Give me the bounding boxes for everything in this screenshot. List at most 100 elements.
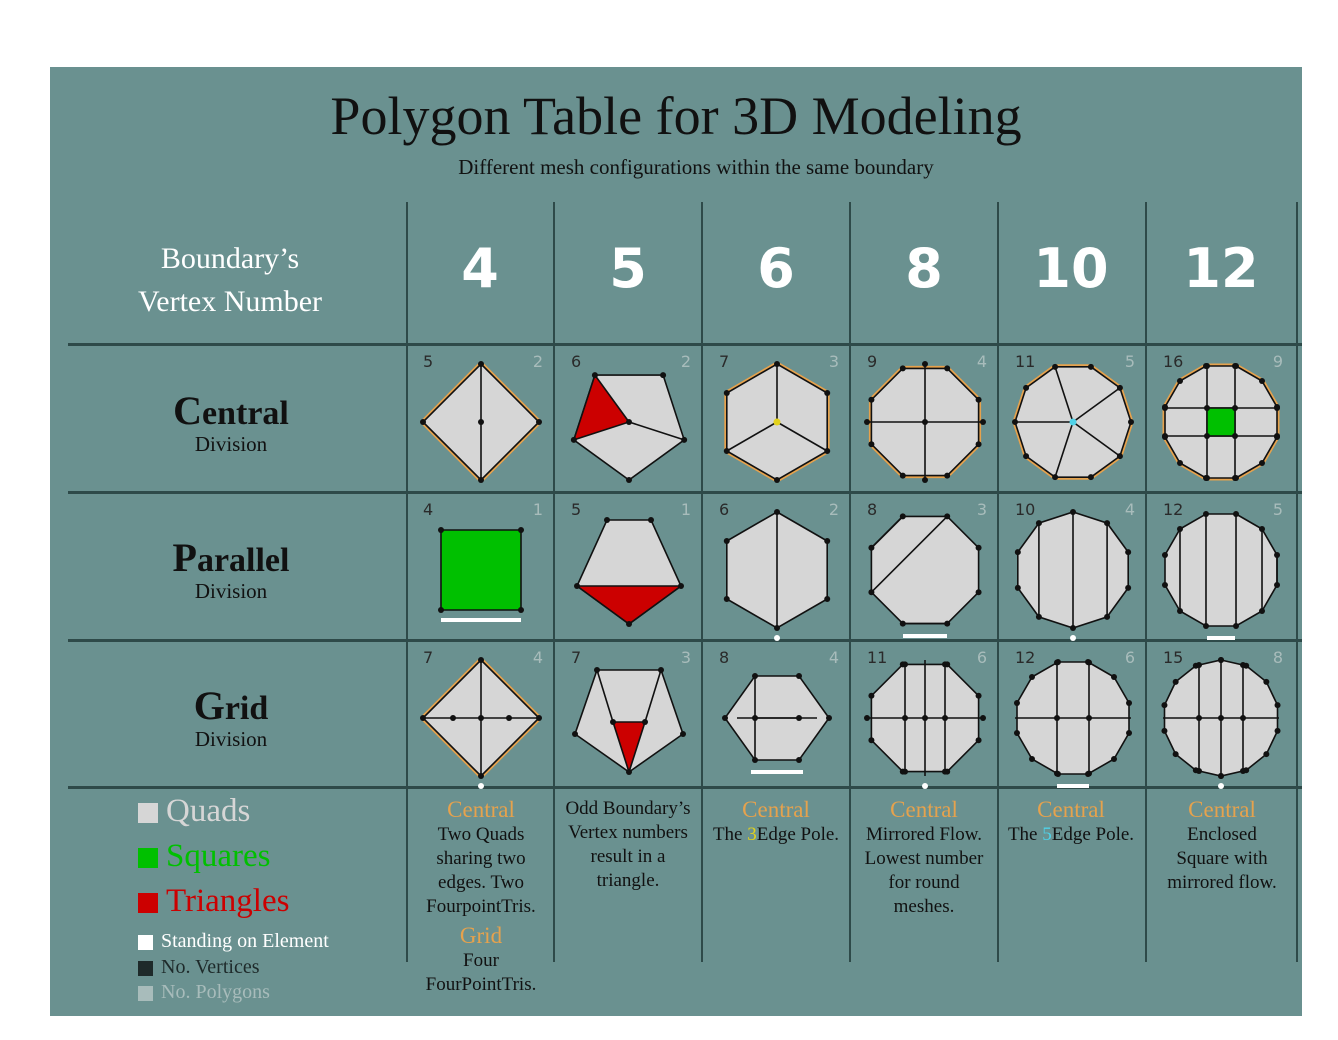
polygon-count: 6 [976, 648, 987, 667]
vertex-dot [922, 361, 928, 367]
standing-on-element-bar [1207, 636, 1235, 640]
vertex-dot [1126, 730, 1133, 737]
vertex-dot [626, 769, 632, 775]
vertex-dot [1054, 715, 1060, 721]
vertex-dot [1013, 699, 1020, 706]
vertex-dot [1161, 582, 1168, 589]
vertex-dot [450, 715, 456, 721]
vertex-dot [1104, 613, 1111, 620]
vertex-dot [944, 472, 951, 479]
vertex-dot [536, 715, 542, 721]
note-text-part: Edge Pole. [756, 824, 840, 845]
vertex-dot [796, 673, 802, 679]
vertex-dot [1172, 678, 1179, 685]
note-text-part: The [1007, 824, 1043, 845]
standing-on-vertex-dot [774, 635, 780, 641]
mesh-cell: 11 5 [999, 346, 1147, 494]
legend-standing: Standing on Element [138, 930, 329, 953]
vertex-dot [922, 715, 928, 721]
column-header-8: 8 [905, 237, 943, 300]
legend-label: Quads [166, 793, 251, 829]
polygon-count: 5 [1124, 352, 1135, 371]
vertex-count: 16 [1163, 352, 1184, 371]
vertex-count: 9 [867, 352, 878, 371]
note-text-part: The [712, 824, 748, 845]
vertex-dot [594, 667, 600, 673]
vertex-count: 5 [423, 352, 434, 371]
vertex-dot [1202, 362, 1209, 369]
mesh-cell: 10 4 [999, 494, 1147, 642]
vertex-dot [774, 361, 780, 367]
vertex-dot [658, 667, 664, 673]
vertex-dot [824, 448, 831, 454]
vertex-dot [1087, 363, 1094, 370]
row-label-initial: G [193, 683, 225, 728]
vertex-dot [899, 661, 906, 668]
mesh-cell: 11 6 [851, 642, 999, 790]
vertex-dot [678, 583, 684, 589]
row-label-initial: C [173, 388, 203, 433]
vertex-count: 6 [571, 352, 582, 371]
vertex-dot [1161, 551, 1168, 558]
vertex-dot [975, 396, 982, 403]
vertex-dot [680, 731, 686, 737]
vertex-dot [1126, 699, 1133, 706]
vertex-dot [1263, 751, 1270, 758]
vertex-dot [478, 657, 484, 663]
vertex-dot [1243, 662, 1250, 669]
standing-on-element-bar [441, 618, 521, 622]
vertex-dot [1070, 625, 1076, 631]
note-text-part: Edge Pole. [1051, 824, 1135, 845]
vertex-dot [1232, 405, 1238, 411]
vertex-dot [1086, 715, 1092, 721]
note-heading: Central [447, 797, 515, 822]
note-col-10: Central The 5Edge Pole. [997, 797, 1145, 847]
note-heading: Central [1037, 797, 1105, 822]
vertex-dot [604, 517, 610, 523]
polygon-count: 4 [976, 352, 987, 371]
polygon-count: 3 [828, 352, 839, 371]
note-text: Two Quads sharing two edges. Two Fourpoi… [426, 824, 536, 917]
polygon-count: 4 [828, 648, 839, 667]
note-heading: Grid [459, 923, 503, 948]
vertex-dot [570, 436, 577, 443]
legend-label: Standing on Element [161, 930, 329, 952]
vertex-dot [1274, 582, 1281, 589]
vertex-dot [1274, 403, 1281, 410]
row-label-parallel: Parallel Division [90, 534, 372, 604]
vertex-dot [944, 768, 951, 775]
vertex-dot [478, 773, 484, 779]
row-label-initial: P [172, 535, 197, 580]
vertex-dot [796, 757, 802, 763]
vertex-dot [1232, 433, 1238, 439]
legend-squares: Squares [138, 838, 270, 875]
row-label-rest: rid [224, 690, 269, 727]
legend-quads: Quads [138, 793, 250, 830]
note-highlight: 5 [1042, 824, 1052, 845]
vertex-count: 10 [1015, 500, 1036, 519]
column-header-5: 5 [609, 237, 647, 300]
polygon-count: 2 [532, 352, 543, 371]
vertex-dot [752, 757, 758, 763]
polygon-count: 6 [1124, 648, 1135, 667]
square-face [1206, 407, 1236, 437]
vertex-dot [1028, 673, 1035, 680]
vertex-dot [824, 390, 831, 396]
vertex-dot [1218, 773, 1224, 779]
legend-swatch [138, 985, 153, 1001]
vertex-dot [1116, 384, 1123, 391]
row-label-rest: entral [202, 395, 289, 432]
vertex-dot [1233, 362, 1240, 369]
vertex-count: 6 [719, 500, 730, 519]
vertex-dot [478, 715, 484, 721]
vertex-dot [824, 596, 831, 602]
header-label: Boundary’s Vertex Number [90, 237, 370, 323]
vertex-dot [1085, 658, 1092, 665]
vertex-dot [1176, 460, 1183, 467]
standing-on-vertex-dot [922, 783, 928, 789]
vertex-count: 12 [1163, 500, 1184, 519]
vertex-dot [752, 673, 758, 679]
note-heading: Central [890, 797, 958, 822]
vertex-dot [1259, 377, 1266, 384]
vertex-dot [1274, 702, 1281, 709]
